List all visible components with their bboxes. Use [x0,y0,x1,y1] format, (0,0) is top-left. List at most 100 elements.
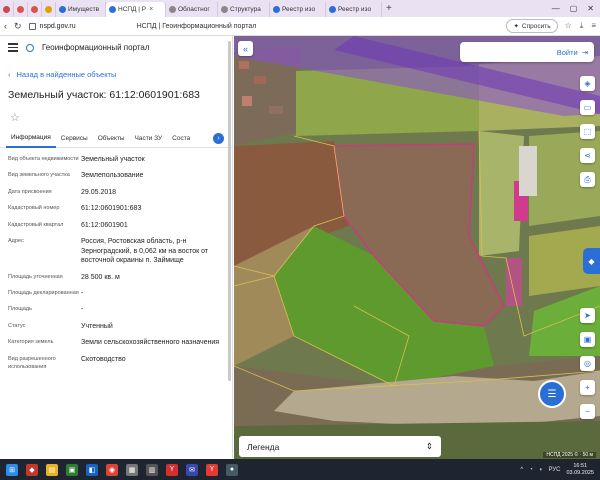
portal-name: Геоинформационный портал [42,43,150,52]
tab-favicon-icon [17,6,24,13]
back-link-label: Назад в найденные объекты [16,70,117,79]
url-field[interactable]: nspd.gov.ru [28,22,76,30]
legend-dropdown[interactable]: Легенда ⇕ [239,436,441,457]
ruler-icon: ▭ [583,103,592,112]
ask-button[interactable]: ✦ Спросить [506,19,558,33]
zoom-in-button[interactable]: + [580,380,595,395]
app-icon[interactable]: ✉ [186,463,198,476]
browser-tab[interactable]: Областног [166,2,218,17]
chrome-icon[interactable]: ◉ [106,463,118,476]
select-area-icon: ⬚ [583,127,592,136]
attribute-label: Категория земель [8,339,54,346]
locate-me-button[interactable]: ➤ [580,308,595,323]
minimize-icon[interactable]: — [552,4,560,13]
language-indicator[interactable]: РУС [548,467,560,473]
side-panel-tab[interactable]: ◆ [583,248,600,274]
downloads-icon[interactable]: ⤓ [580,21,584,31]
login-button[interactable]: Войти ⇥ [460,42,594,62]
bookmark-icon[interactable]: ☆ [565,21,572,31]
yandex-browser-icon[interactable]: Y [166,463,178,476]
close-tab-icon[interactable]: × [149,6,153,13]
panel-header: Геоинформационный портал [0,36,232,59]
attribute-label: Дата присвоения [8,188,52,195]
attribute-row: Площадь - [8,305,224,314]
legend-label: Легенда [247,441,280,452]
measure-tool-button[interactable]: ▭ [580,100,595,115]
browser-tab[interactable] [28,2,42,17]
app-icon[interactable]: ◆ [26,463,38,476]
browser-tab[interactable] [42,2,56,17]
favorite-star-icon[interactable]: ☆ [10,111,232,124]
close-window-icon[interactable]: ✕ [587,4,594,13]
back-to-results-link[interactable]: ‹ Назад в найденные объекты [0,70,232,79]
tray-chevron-icon[interactable]: ^ [520,467,523,473]
browser-tab[interactable] [14,2,28,17]
tab-favicon-icon [45,6,52,13]
back-icon[interactable]: ‹ [4,21,7,31]
browser-tab[interactable]: Реестр изо [270,2,326,17]
share-tool-button[interactable]: ⋖ [580,148,595,163]
ask-label: Спросить [521,22,551,30]
app-icon[interactable]: ▦ [126,463,138,476]
attribute-value: 29.05.2018 [81,188,117,196]
tab-services[interactable]: Сервисы [56,130,93,148]
clock-time: 16:51 [573,462,588,469]
browser-tab[interactable]: Реестр изо [326,2,382,17]
attribute-list: Вид объекта недвижимости Земельный участо… [0,148,232,371]
attribute-label: Кадастровый квартал [8,221,64,228]
attribute-value: - [81,289,84,297]
attribute-label: Площадь уточненная [8,273,63,280]
browser-tab-bar: Имуществ НСПД | Р × Областног Структура Р… [0,0,600,17]
tab-objects[interactable]: Объекты [93,130,130,148]
browser-tab[interactable] [0,2,14,17]
yandex-browser-icon[interactable]: Y [206,463,218,476]
tab-favicon-icon [273,6,280,13]
chat-button[interactable]: ☰ [538,380,566,408]
tab-parcel-parts[interactable]: Части ЗУ [130,130,168,148]
tab-composition[interactable]: Соста [167,130,195,148]
app-icon[interactable]: ● [226,463,238,476]
tab-label: Имуществ [68,6,100,13]
map-view[interactable]: « Войти ⇥ ◈ ▭ ⬚ ⋖ ⎙ ◆ ➤ ▣ ◎ + − ☰ Легенд… [234,36,600,459]
tab-favicon-icon [59,6,66,13]
file-explorer-icon[interactable]: ▤ [46,463,58,476]
app-icon[interactable]: ▥ [146,463,158,476]
geolocation-button[interactable]: ◎ [580,356,595,371]
volume-icon[interactable]: ◖ [539,467,543,473]
layers-icon: ◈ [584,79,591,88]
layers-tool-button[interactable]: ◈ [580,76,595,91]
tabs-scroll-right-icon[interactable]: › [213,133,224,144]
attribute-value: Землепользование [81,172,144,180]
panel-scrollbar[interactable] [228,41,231,381]
app-icon[interactable]: ▣ [66,463,78,476]
maximize-icon[interactable]: ▢ [570,4,578,13]
navigation-arrow-icon: ➤ [584,311,591,320]
map-copyright: НСПД 2025 © · 50 м [543,452,596,458]
browser-tab[interactable]: Имуществ [56,2,106,17]
network-icon[interactable]: ◔ [529,467,533,473]
chat-icon: ☰ [547,388,557,400]
attribute-row: Категория земель Земли сельскохозяйственн… [8,338,224,347]
tab-label: Реестр изо [282,6,316,13]
object-title: Земельный участок: 61:12:0601901:683 [8,89,200,101]
basemap-button[interactable]: ▣ [580,332,595,347]
tab-information[interactable]: Информация [6,130,56,148]
menu-icon[interactable]: ≡ [591,21,596,31]
refresh-icon[interactable]: ↻ [14,21,22,32]
address-bar: ‹ ↻ nspd.gov.ru НСПД | Геоинформационный… [0,17,600,36]
url-text: nspd.gov.ru [39,22,76,30]
start-icon[interactable]: ⊞ [6,463,18,476]
new-tab-icon[interactable]: + [386,3,392,14]
attribute-row: Вид объекта недвижимости Земельный участо… [8,155,224,164]
app-icon[interactable]: ◧ [86,463,98,476]
clock[interactable]: 16:51 03.09.2025 [566,463,594,476]
select-area-tool-button[interactable]: ⬚ [580,124,595,139]
hamburger-menu-icon[interactable] [8,43,18,52]
zoom-out-button[interactable]: − [580,404,595,419]
collapse-panel-button[interactable]: « [238,41,253,56]
browser-tab[interactable]: Структура [218,2,270,17]
print-tool-button[interactable]: ⎙ [580,172,595,187]
login-icon: ⇥ [581,47,588,57]
browser-tab-active[interactable]: НСПД | Р × [106,2,166,17]
minus-icon: − [585,407,590,416]
